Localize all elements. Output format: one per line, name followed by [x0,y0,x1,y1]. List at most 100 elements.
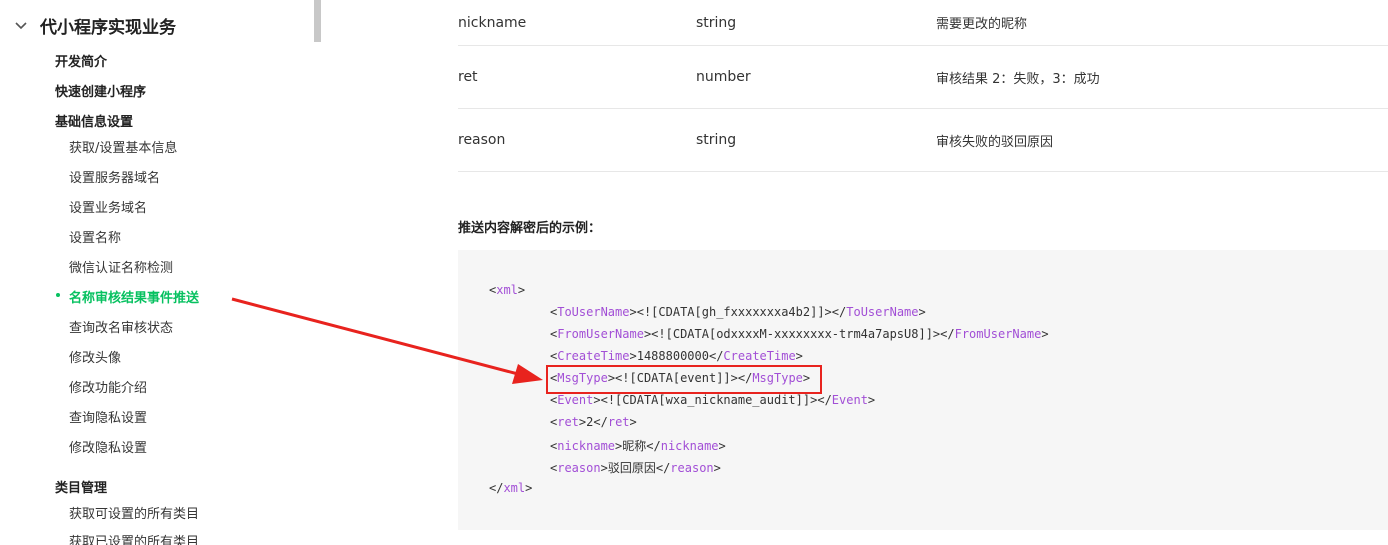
sidebar-scrollbar[interactable] [314,0,321,42]
tag-bracket: > [517,283,526,297]
sidebar-item-label: 名称审核结果事件推送 [69,291,200,306]
xml-tag-open: ret [557,415,579,429]
sidebar-item-label: 基础信息设置 [55,115,134,130]
tag-bracket: > [718,439,726,453]
sidebar-item-label: 查询隐私设置 [69,411,148,426]
chevron-down-icon[interactable] [12,16,30,34]
tag-bracket: </ [817,393,832,407]
xml-tag-open: xml [496,283,518,297]
sidebar-item[interactable]: 设置业务域名 [69,197,383,216]
param-desc-cell: 需要更改的昵称 [936,17,1028,32]
code-line: <Event><![CDATA[wxa_nickname_audit]]></E… [550,393,875,407]
sidebar-item[interactable]: 基础信息设置 [55,111,369,130]
tag-bracket: > [600,461,608,475]
sidebar-item-label: 修改隐私设置 [69,441,148,456]
xml-tag-close: xml [503,481,526,495]
param-name-cell: nickname [458,14,527,31]
sidebar-item-label: 开发简介 [55,55,108,70]
param-type-cell: string [696,132,737,148]
table-row: nickname string 需要更改的昵称 [458,0,1388,46]
sidebar-section-header[interactable]: 代小程序实现业务 [12,11,176,39]
xml-tag-close: ret [607,415,630,429]
tag-bracket: > [1041,327,1049,341]
sidebar-item-label: 修改功能介绍 [69,381,148,396]
sidebar-item[interactable]: 查询改名审核状态 [69,317,383,336]
tag-bracket: > [867,393,876,407]
table-row: ret number 审核结果 2：失败，3：成功 [458,46,1388,109]
sidebar-item[interactable]: 设置服务器域名 [69,167,383,186]
code-line: <ToUserName><![CDATA[gh_fxxxxxxxa4b2]]><… [550,305,926,319]
sidebar-item-label: 修改头像 [69,351,122,366]
tag-bracket: > [593,393,601,407]
sidebar-item-label: 设置业务域名 [69,201,148,216]
xml-content: <![CDATA[odxxxxM-xxxxxxxx-trm4a7apsU8]]> [651,327,941,341]
sidebar-item-label: 类目管理 [55,481,108,496]
tag-bracket: > [629,349,637,363]
code-line: <reason>驳回原因</reason> [550,459,721,476]
sidebar-item[interactable]: 获取/设置基本信息 [69,137,383,156]
sidebar-item[interactable]: 获取可设置的所有类目 [69,503,383,522]
highlight-box [546,365,822,394]
sidebar-item-label: 设置服务器域名 [69,171,161,186]
param-name-cell: reason [458,132,506,148]
tag-bracket: </ [831,305,847,319]
xml-tag-open: FromUserName [557,327,644,341]
xml-tag-open: nickname [557,439,616,453]
sidebar-item[interactable]: 修改功能介绍 [69,377,383,396]
sidebar-item[interactable]: 开发简介 [55,51,369,70]
xml-tag-open: CreateTime [557,349,630,363]
tag-bracket: > [525,481,533,495]
sidebar-item-label: 获取已设置的所有类目 [69,535,200,545]
tag-bracket: > [918,305,926,319]
sidebar-item[interactable]: 名称审核结果事件推送 [56,287,383,306]
sidebar-item-label: 快速创建小程序 [55,85,147,100]
xml-tag-open: reason [557,461,601,475]
tag-bracket: > [795,349,803,363]
xml-tag-close: FromUserName [954,327,1042,341]
tag-bracket: </ [593,415,608,429]
xml-content: 昵称 [622,439,647,453]
active-indicator-icon [56,293,60,297]
tag-bracket: > [629,415,637,429]
param-name-cell: ret [458,69,478,85]
sidebar-item[interactable]: 获取已设置的所有类目 [69,531,383,545]
param-desc-cell: 审核结果 2：失败，3：成功 [936,71,1100,87]
sidebar-item[interactable]: 设置名称 [69,227,383,246]
sidebar-item[interactable]: 微信认证名称检测 [69,257,383,276]
sidebar-item-label: 获取可设置的所有类目 [69,507,200,522]
sidebar-item[interactable]: 查询隐私设置 [69,407,383,426]
tag-bracket: </ [489,481,504,495]
code-line: </xml> [489,481,532,495]
sidebar-item[interactable]: 修改头像 [69,347,383,366]
code-line: <CreateTime>1488800000</CreateTime> [550,349,803,363]
table-row: reason string 审核失败的驳回原因 [458,109,1388,172]
sidebar-item-label: 获取/设置基本信息 [69,141,178,156]
tag-bracket: > [713,461,721,475]
xml-tag-close: ToUserName [846,305,919,319]
code-line: <FromUserName><![CDATA[odxxxxM-xxxxxxxx-… [550,327,1049,341]
tag-bracket: </ [655,461,671,475]
xml-content: 驳回原因 [607,461,656,475]
xml-tag-close: reason [670,461,714,475]
sidebar-item-label: 查询改名审核状态 [69,321,174,336]
tag-bracket: </ [646,439,661,453]
xml-tag-open: ToUserName [557,305,630,319]
xml-tag-close: nickname [660,439,719,453]
tag-bracket: > [629,305,637,319]
sidebar-item-label: 设置名称 [69,231,122,246]
code-line: <xml> [489,283,525,297]
example-heading: 推送内容解密后的示例： [458,221,602,236]
param-type-cell: string [696,14,737,31]
code-line: <ret>2</ret> [550,415,637,429]
sidebar-item[interactable]: 快速创建小程序 [55,81,369,100]
param-type-cell: number [696,69,751,85]
code-line: <nickname>昵称</nickname> [550,437,726,454]
tag-bracket: </ [708,349,724,363]
params-table: nickname string 需要更改的昵称 ret number 审核结果 … [458,0,1388,172]
sidebar-item[interactable]: 修改隐私设置 [69,437,383,456]
sidebar-item[interactable]: 类目管理 [55,477,369,496]
sidebar-item-label: 微信认证名称检测 [69,261,174,276]
xml-tag-close: CreateTime [723,349,796,363]
param-desc-cell: 审核失败的驳回原因 [936,134,1054,150]
xml-content: <![CDATA[wxa_nickname_audit]]> [600,393,818,407]
